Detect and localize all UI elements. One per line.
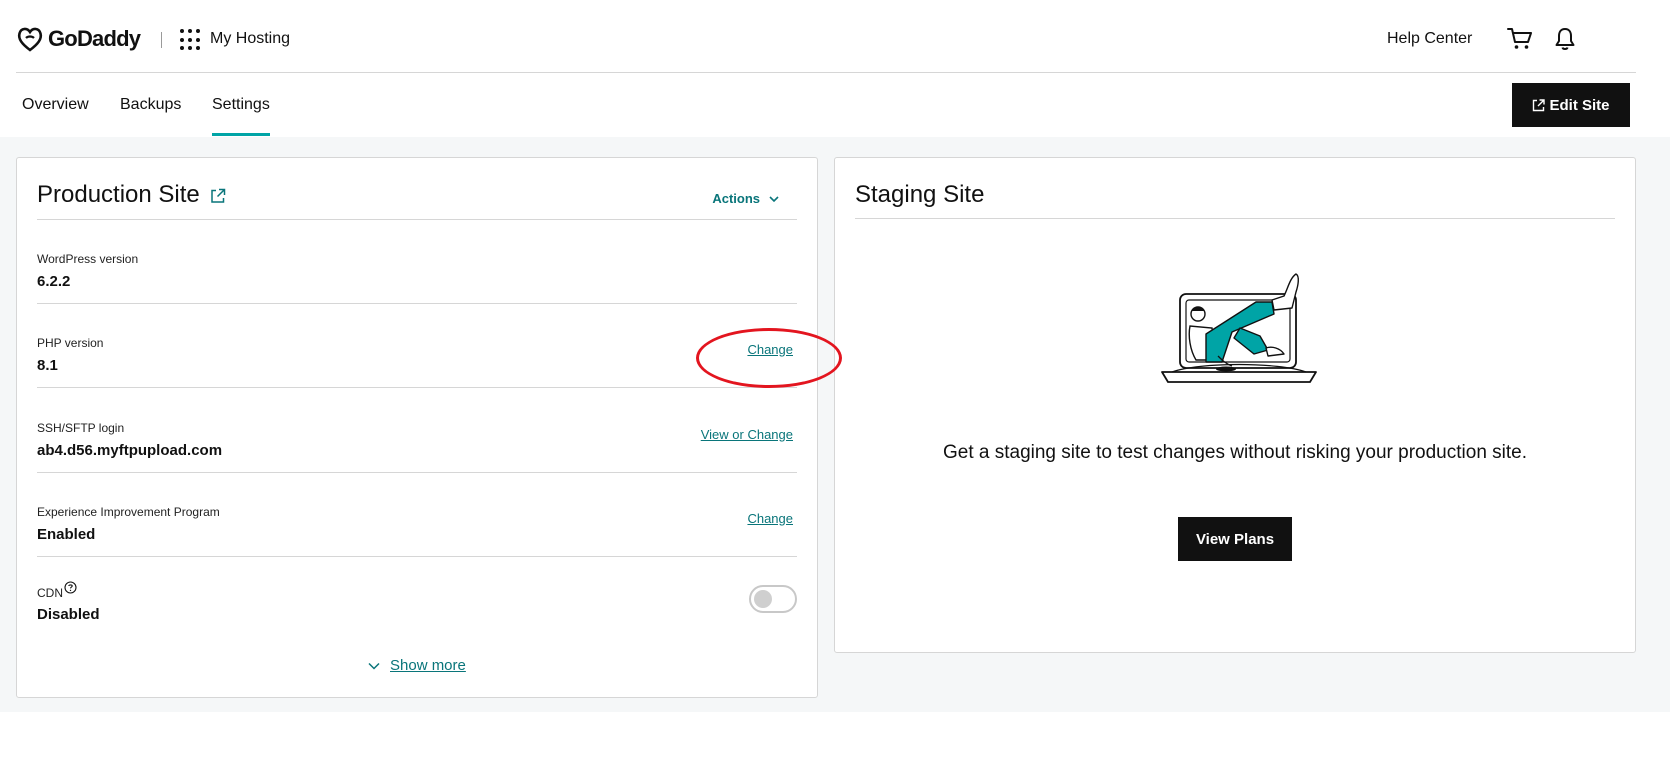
view-plans-button[interactable]: View Plans — [1178, 517, 1292, 561]
external-link-icon — [1533, 98, 1546, 111]
show-more-label: Show more — [390, 657, 466, 674]
row-value: 8.1 — [37, 357, 58, 374]
production-site-title: Production Site — [37, 181, 226, 209]
highlight-annotation-circle — [696, 328, 842, 388]
ssh-view-or-change-link[interactable]: View or Change — [701, 427, 793, 442]
edit-site-button[interactable]: Edit Site — [1512, 83, 1630, 127]
chevron-down-icon — [368, 662, 380, 670]
apps-grid-icon[interactable] — [180, 29, 202, 51]
row-label: Experience Improvement Program — [37, 505, 220, 519]
bell-icon[interactable] — [1554, 27, 1576, 51]
cdn-label: CDN — [37, 581, 77, 600]
production-site-card: Production Site Actions WordPress versio… — [16, 157, 818, 698]
top-header: GoDaddy My Hosting Help Center — [16, 0, 1636, 73]
staging-description: Get a staging site to test changes witho… — [942, 442, 1528, 463]
row-value: 6.2.2 — [37, 273, 71, 290]
row-value: Enabled — [37, 526, 96, 543]
experience-improvement-row: Experience Improvement Program Enabled C… — [37, 473, 797, 557]
row-label-text: CDN — [37, 586, 63, 600]
actions-dropdown[interactable]: Actions — [712, 191, 780, 206]
chevron-down-icon — [769, 195, 779, 202]
ssh-sftp-row: SSH/SFTP login ab4.d56.myftpupload.com V… — [37, 389, 797, 473]
help-circle-icon[interactable] — [64, 581, 77, 594]
divider — [855, 218, 1615, 219]
header-divider — [161, 32, 162, 48]
toggle-knob — [754, 590, 772, 608]
php-version-row: PHP version 8.1 Change — [37, 304, 797, 388]
production-title-text: Production Site — [37, 181, 200, 208]
row-label: WordPress version — [37, 252, 139, 266]
godaddy-logo[interactable]: GoDaddy — [16, 24, 141, 54]
help-center-link[interactable]: Help Center — [1387, 30, 1472, 48]
staging-site-card: Staging Site Get a staging site to test … — [834, 157, 1636, 653]
actions-label: Actions — [712, 191, 760, 206]
row-label: SSH/SFTP login — [37, 421, 125, 435]
wordpress-version-row: WordPress version 6.2.2 — [37, 220, 797, 304]
tab-backups[interactable]: Backups — [120, 96, 181, 136]
cdn-row: CDN Disabled — [37, 558, 797, 638]
app-title[interactable]: My Hosting — [210, 30, 290, 48]
cdn-toggle[interactable] — [749, 585, 797, 613]
staging-site-title: Staging Site — [855, 181, 985, 208]
godaddy-logo-icon — [17, 27, 43, 52]
edit-site-label: Edit Site — [1549, 96, 1610, 114]
tab-overview[interactable]: Overview — [22, 96, 89, 136]
laptop-person-illustration — [1161, 273, 1317, 383]
show-more-link[interactable]: Show more — [367, 657, 466, 674]
experience-change-link[interactable]: Change — [747, 511, 793, 526]
main-content: Production Site Actions WordPress versio… — [0, 137, 1670, 712]
row-value: Disabled — [37, 606, 100, 623]
brand-name: GoDaddy — [48, 26, 141, 51]
row-label: PHP version — [37, 336, 104, 350]
row-value: ab4.d56.myftpupload.com — [37, 442, 223, 459]
cart-icon[interactable] — [1507, 27, 1533, 51]
tab-settings[interactable]: Settings — [212, 96, 270, 136]
external-link-icon[interactable] — [210, 188, 226, 204]
